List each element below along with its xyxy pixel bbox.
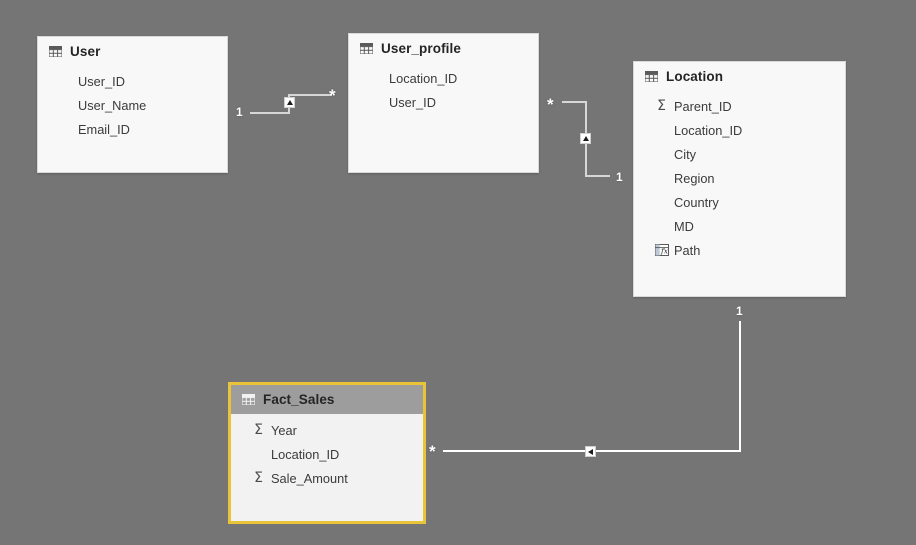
field-label: Country [674,194,719,210]
field-label: User_Name [78,97,147,113]
cardinality-label-userprofile-location-many: * [547,95,554,114]
field-label: MD [674,218,694,234]
field-list-user-profile: Location_ID User_ID [349,62,538,114]
sigma-icon: Σ [657,98,666,114]
field-row-email-id[interactable]: Email_ID [38,117,227,141]
field-row-location-id[interactable]: Location_ID [634,118,845,142]
field-row-parent-id[interactable]: Σ Parent_ID [634,94,845,118]
table-grid-icon [645,70,658,82]
field-row-country[interactable]: Country [634,190,845,214]
relationship-line-user-userprofile-seg1[interactable] [250,112,290,114]
field-label: User_ID [389,94,436,110]
cardinality-label-factsales-many: * [429,442,436,461]
field-label: Email_ID [78,121,130,137]
field-row-city[interactable]: City [634,142,845,166]
table-header-location[interactable]: Location [634,62,845,90]
field-list-location: Σ Parent_ID Location_ID City Region Coun… [634,90,845,262]
field-row-user-id[interactable]: User_ID [38,69,227,93]
cardinality-label-user-one: 1 [236,105,243,119]
table-header-user-profile[interactable]: User_profile [349,34,538,62]
table-title-location: Location [666,68,724,84]
table-grid-icon [49,45,62,57]
cross-filter-marker-user-userprofile[interactable] [284,97,295,108]
field-label: User_ID [78,73,125,89]
table-card-fact-sales[interactable]: Fact_Sales Σ Year Location_ID Σ Sale_Amo… [228,382,426,524]
field-row-md[interactable]: MD [634,214,845,238]
field-row-year[interactable]: Σ Year [231,418,423,442]
triangle-left-icon [588,448,593,455]
field-row-user-id[interactable]: User_ID [349,90,538,114]
field-label: Path [674,242,701,258]
cardinality-label-location-one: 1 [616,170,623,184]
svg-text:fx: fx [660,247,669,256]
relationship-line-user-userprofile-seg3[interactable] [288,94,332,96]
field-row-sale-amount[interactable]: Σ Sale_Amount [231,466,423,490]
table-card-location[interactable]: Location Σ Parent_ID Location_ID City Re… [633,61,846,297]
table-grid-icon [360,42,373,54]
field-label: Location_ID [271,446,340,462]
table-header-fact-sales[interactable]: Fact_Sales [231,385,423,414]
relationship-line-userprofile-location-seg1[interactable] [562,101,586,103]
field-row-path[interactable]: fx Path [634,238,845,262]
cardinality-label-location-fact-one: 1 [736,304,743,318]
field-label: Location_ID [389,70,458,86]
sigma-icon: Σ [254,422,263,438]
field-row-user-name[interactable]: User_Name [38,93,227,117]
table-title-user: User [70,43,101,59]
field-row-location-id[interactable]: Location_ID [231,442,423,466]
table-title-user-profile: User_profile [381,40,461,56]
field-list-user: User_ID User_Name Email_ID [38,65,227,141]
field-label: City [674,146,697,162]
calculated-column-icon: fx [654,243,669,258]
field-label: Region [674,170,715,186]
field-label: Location_ID [674,122,743,138]
field-label: Parent_ID [674,98,732,114]
model-view-canvas[interactable]: 1 * * 1 1 * User User_ID User_Name Email… [0,0,916,545]
relationship-line-userprofile-location-seg3[interactable] [585,175,610,177]
field-row-location-id[interactable]: Location_ID [349,66,538,90]
cross-filter-marker-userprofile-location[interactable] [580,133,591,144]
table-header-user[interactable]: User [38,37,227,65]
table-grid-icon [242,394,255,405]
field-row-region[interactable]: Region [634,166,845,190]
field-label: Sale_Amount [271,470,348,486]
table-card-user-profile[interactable]: User_profile Location_ID User_ID [348,33,539,173]
triangle-up-icon [286,100,293,105]
cardinality-label-userprofile-many: * [329,86,336,105]
field-list-fact-sales: Σ Year Location_ID Σ Sale_Amount [231,414,423,490]
triangle-up-icon [582,136,589,141]
sigma-icon: Σ [254,470,263,486]
table-card-user[interactable]: User User_ID User_Name Email_ID [37,36,228,173]
field-label: Year [271,422,297,438]
relationship-line-location-factsales-seg1[interactable] [739,321,741,452]
table-title-fact-sales: Fact_Sales [263,392,335,407]
cross-filter-marker-location-factsales[interactable] [585,446,596,457]
